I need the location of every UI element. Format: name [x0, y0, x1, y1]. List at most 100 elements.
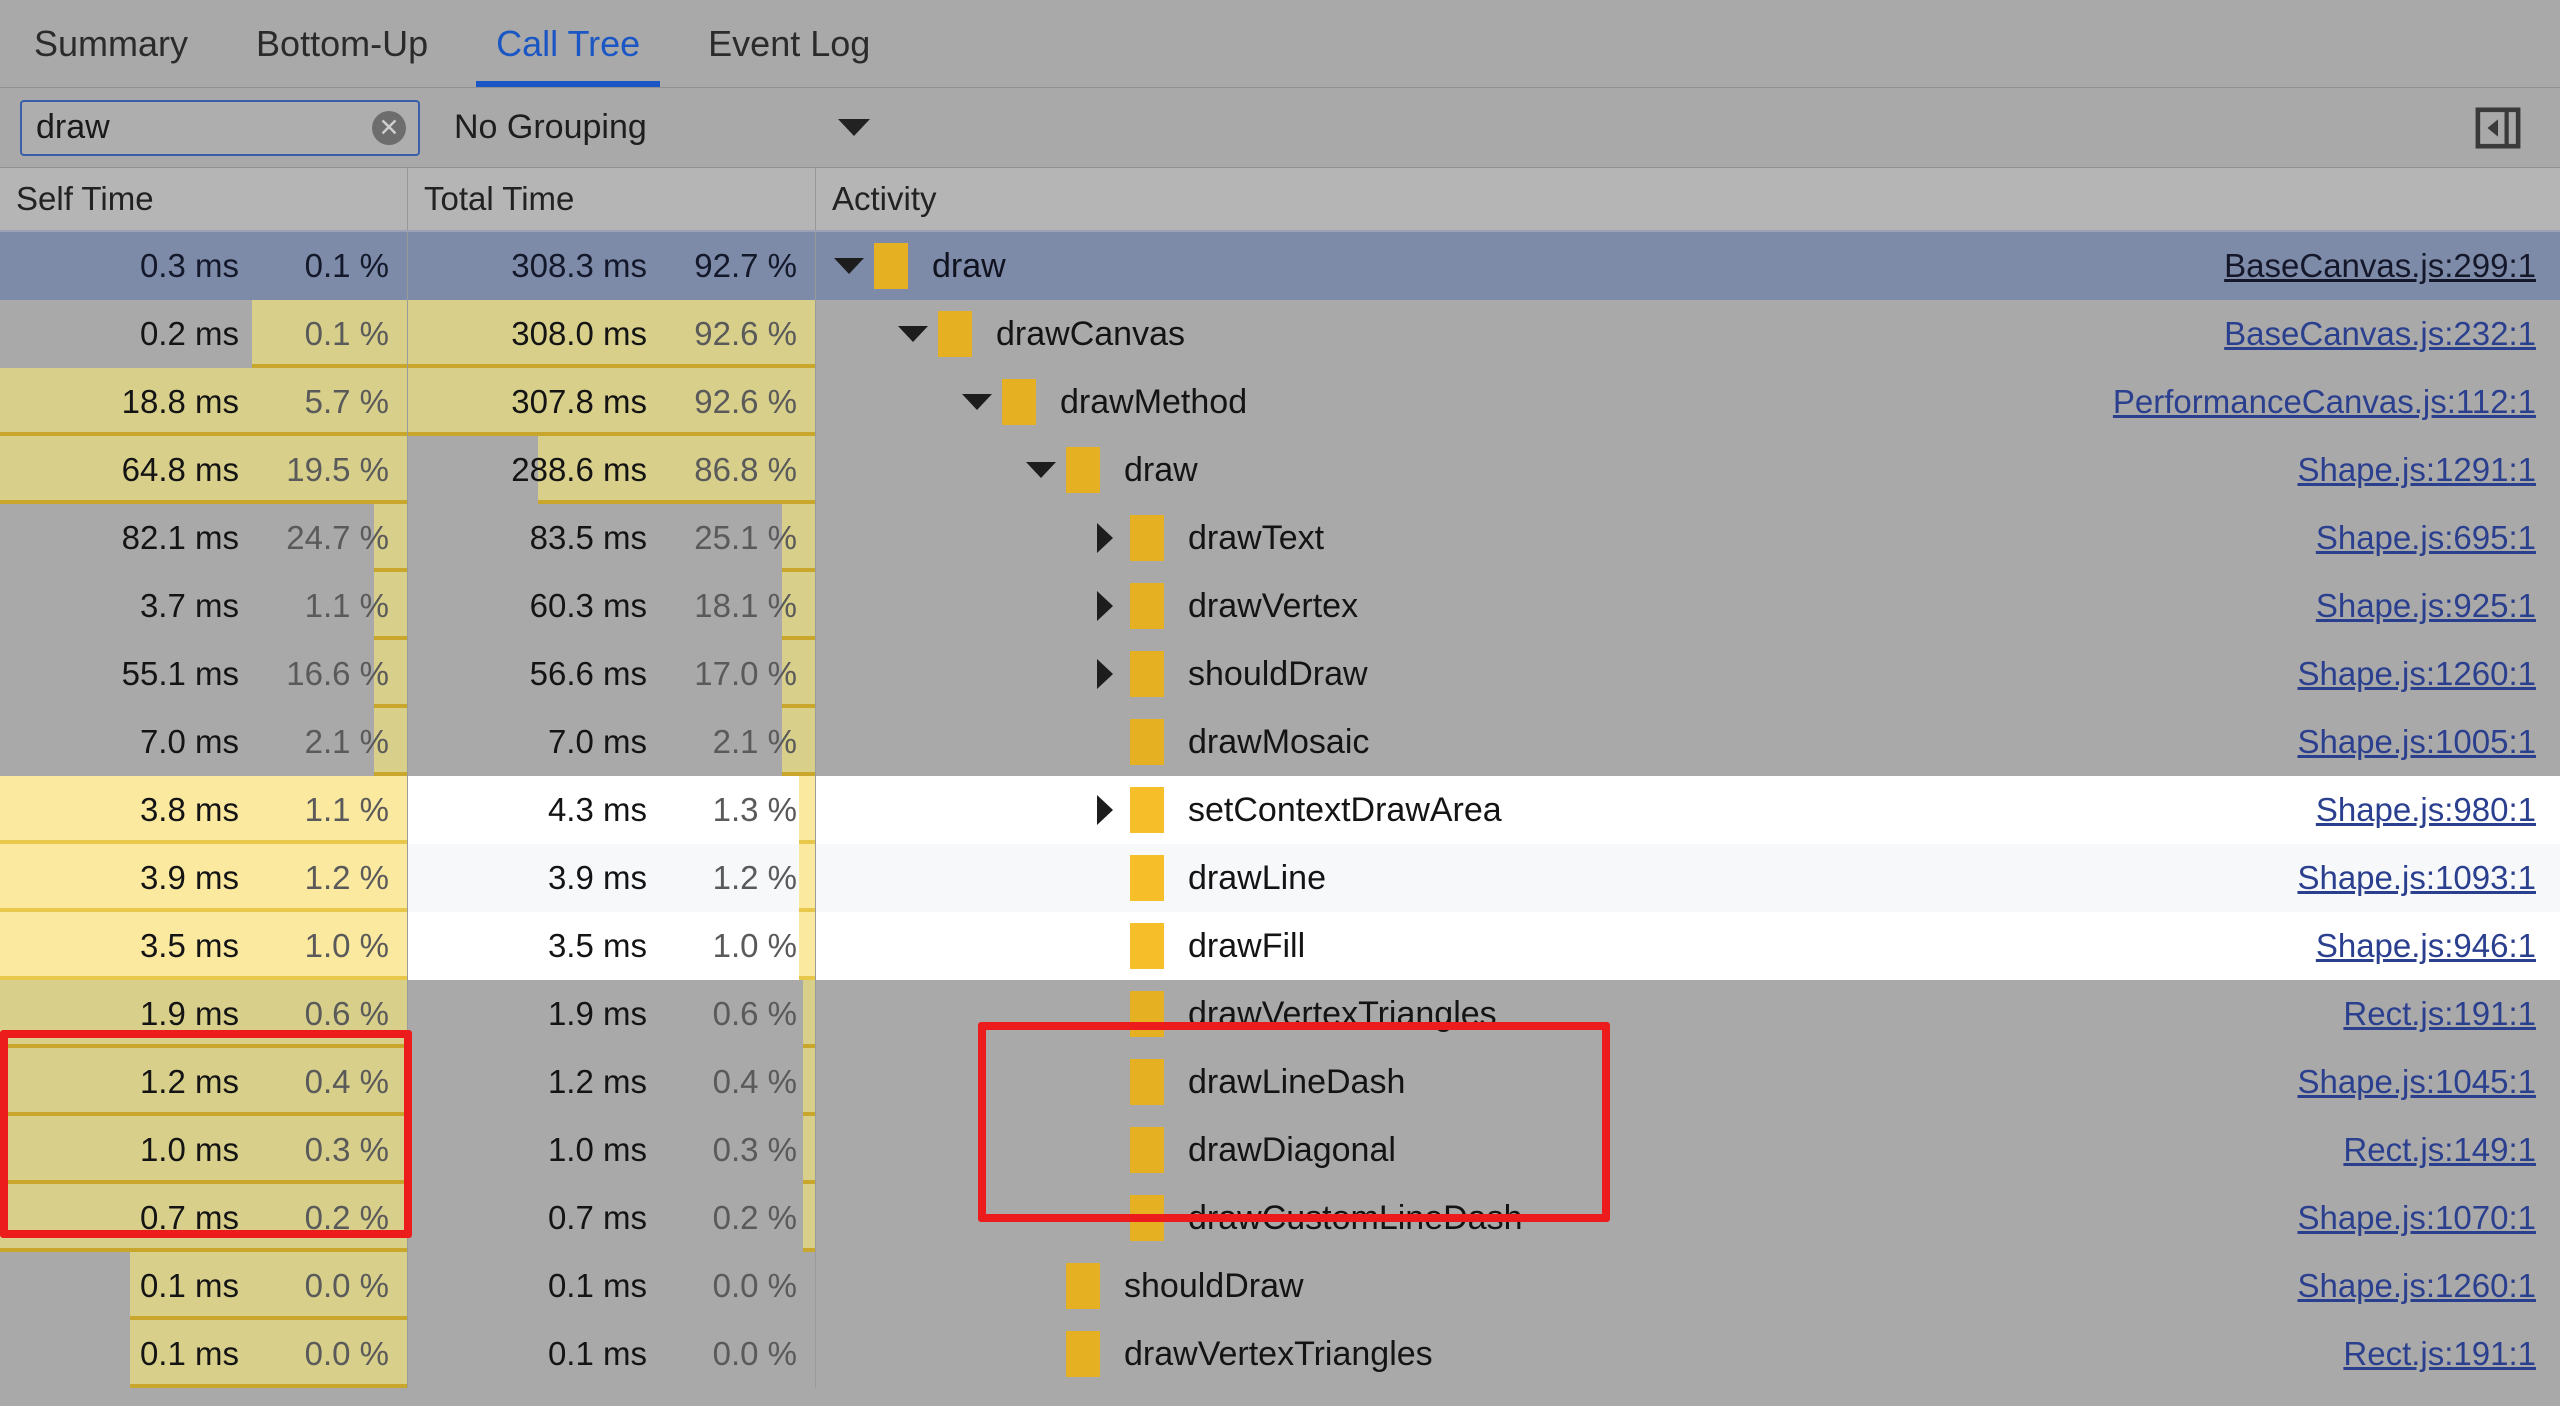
source-location-link[interactable]: Shape.js:1260:1: [2297, 1267, 2536, 1305]
cell-total-time: 60.3 ms18.1 %: [408, 572, 816, 640]
cell-total-time: 3.5 ms1.0 %: [408, 912, 816, 980]
total-time-values: 7.0 ms2.1 %: [408, 723, 815, 761]
cell-activity: drawShape.js:1291:1: [816, 436, 2560, 504]
chevron-right-icon[interactable]: [1088, 793, 1122, 827]
table-row[interactable]: 82.1 ms24.7 %83.5 ms25.1 %drawTextShape.…: [0, 504, 2560, 572]
filter-search-input[interactable]: draw: [20, 100, 420, 156]
cell-activity: drawBaseCanvas.js:299:1: [816, 232, 2560, 300]
source-location-link[interactable]: Shape.js:946:1: [2316, 927, 2536, 965]
chevron-down-icon[interactable]: [832, 249, 866, 283]
total-time-percent: 92.6 %: [647, 383, 797, 421]
total-time-values: 0.1 ms0.0 %: [408, 1267, 815, 1305]
source-location-link[interactable]: Rect.js:149:1: [2343, 1131, 2536, 1169]
cell-total-time: 0.7 ms0.2 %: [408, 1184, 816, 1252]
total-time-ms: 1.2 ms: [548, 1063, 647, 1101]
tab-call-tree[interactable]: Call Tree: [462, 0, 674, 87]
table-row[interactable]: 55.1 ms16.6 %56.6 ms17.0 %shouldDrawShap…: [0, 640, 2560, 708]
column-header-self-time[interactable]: Self Time: [0, 168, 408, 230]
table-row[interactable]: 7.0 ms2.1 %7.0 ms2.1 %drawMosaicShape.js…: [0, 708, 2560, 776]
cell-total-time: 307.8 ms92.6 %: [408, 368, 816, 436]
table-row[interactable]: 1.0 ms0.3 %1.0 ms0.3 %drawDiagonalRect.j…: [0, 1116, 2560, 1184]
table-row[interactable]: 18.8 ms5.7 %307.8 ms92.6 %drawMethodPerf…: [0, 368, 2560, 436]
column-header-activity[interactable]: Activity: [816, 168, 2560, 230]
cell-self-time: 1.9 ms0.6 %: [0, 980, 408, 1048]
source-location-link[interactable]: Rect.js:191:1: [2343, 995, 2536, 1033]
cell-activity: drawVertexShape.js:925:1: [816, 572, 2560, 640]
table-row[interactable]: 3.7 ms1.1 %60.3 ms18.1 %drawVertexShape.…: [0, 572, 2560, 640]
chevron-down-icon[interactable]: [1024, 453, 1058, 487]
self-time-values: 0.1 ms0.0 %: [0, 1267, 407, 1305]
source-location-link[interactable]: Shape.js:1070:1: [2297, 1199, 2536, 1237]
table-row[interactable]: 1.9 ms0.6 %1.9 ms0.6 %drawVertexTriangle…: [0, 980, 2560, 1048]
chevron-right-icon[interactable]: [1088, 521, 1122, 555]
total-time-percent: 17.0 %: [647, 655, 797, 693]
total-time-values: 3.9 ms1.2 %: [408, 859, 815, 897]
total-time-percent: 1.2 %: [647, 859, 797, 897]
source-location-link[interactable]: Shape.js:925:1: [2316, 587, 2536, 625]
table-row[interactable]: 3.8 ms1.1 %4.3 ms1.3 %setContextDrawArea…: [0, 776, 2560, 844]
total-time-percent: 0.3 %: [647, 1131, 797, 1169]
self-time-values: 0.1 ms0.0 %: [0, 1335, 407, 1373]
source-location-link[interactable]: Shape.js:1093:1: [2297, 859, 2536, 897]
twisty-placeholder: [1024, 1337, 1058, 1371]
triangle-glyph: [1026, 462, 1056, 478]
chevron-right-icon[interactable]: [1088, 589, 1122, 623]
sidebar-toggle-icon[interactable]: [2470, 104, 2526, 152]
source-location-link[interactable]: PerformanceCanvas.js:112:1: [2113, 383, 2536, 421]
total-time-percent: 0.4 %: [647, 1063, 797, 1101]
total-time-percent: 1.3 %: [647, 791, 797, 829]
table-row[interactable]: 0.2 ms0.1 %308.0 ms92.6 %drawCanvasBaseC…: [0, 300, 2560, 368]
total-time-ms: 0.1 ms: [548, 1267, 647, 1305]
clear-icon[interactable]: ✕: [372, 111, 406, 145]
source-location-link[interactable]: BaseCanvas.js:299:1: [2224, 247, 2536, 285]
calltree-toolbar: draw ✕ No Grouping: [0, 88, 2560, 168]
self-time-ms: 64.8 ms: [122, 451, 239, 489]
activity-color-swatch-icon: [1130, 651, 1164, 697]
source-location-link[interactable]: Shape.js:1260:1: [2297, 655, 2536, 693]
source-location-link[interactable]: Shape.js:1005:1: [2297, 723, 2536, 761]
activity-label: drawCanvas: [996, 315, 1185, 354]
grouping-dropdown-label: No Grouping: [454, 108, 647, 147]
tab-bottom-up[interactable]: Bottom-Up: [222, 0, 462, 87]
tab-event-log[interactable]: Event Log: [674, 0, 904, 87]
tab-summary[interactable]: Summary: [0, 0, 222, 87]
grouping-dropdown[interactable]: No Grouping: [454, 100, 884, 156]
chevron-down-icon[interactable]: [960, 385, 994, 419]
activity-label: drawCustomLineDash: [1188, 1199, 1523, 1238]
self-time-values: 3.9 ms1.2 %: [0, 859, 407, 897]
column-header-total-time[interactable]: Total Time: [408, 168, 816, 230]
source-location-link[interactable]: Shape.js:1291:1: [2297, 451, 2536, 489]
activity-label: shouldDraw: [1188, 655, 1368, 694]
activity-label: drawLineDash: [1188, 1063, 1405, 1102]
chevron-down-icon[interactable]: [896, 317, 930, 351]
table-row[interactable]: 3.9 ms1.2 %3.9 ms1.2 %drawLineShape.js:1…: [0, 844, 2560, 912]
table-row[interactable]: 0.3 ms0.1 %308.3 ms92.7 %drawBaseCanvas.…: [0, 232, 2560, 300]
cell-self-time: 7.0 ms2.1 %: [0, 708, 408, 776]
table-row[interactable]: 3.5 ms1.0 %3.5 ms1.0 %drawFillShape.js:9…: [0, 912, 2560, 980]
source-location-link[interactable]: Shape.js:695:1: [2316, 519, 2536, 557]
table-row[interactable]: 1.2 ms0.4 %1.2 ms0.4 %drawLineDashShape.…: [0, 1048, 2560, 1116]
table-row[interactable]: 0.1 ms0.0 %0.1 ms0.0 %shouldDrawShape.js…: [0, 1252, 2560, 1320]
devtools-performance-panel: SummaryBottom-UpCall TreeEvent Log draw …: [0, 0, 2560, 1406]
table-row[interactable]: 64.8 ms19.5 %288.6 ms86.8 %drawShape.js:…: [0, 436, 2560, 504]
self-time-values: 1.0 ms0.3 %: [0, 1131, 407, 1169]
table-row[interactable]: 0.1 ms0.0 %0.1 ms0.0 %drawVertexTriangle…: [0, 1320, 2560, 1388]
total-time-percent: 18.1 %: [647, 587, 797, 625]
source-location-link[interactable]: Shape.js:1045:1: [2297, 1063, 2536, 1101]
cell-self-time: 0.2 ms0.1 %: [0, 300, 408, 368]
table-body: 0.3 ms0.1 %308.3 ms92.7 %drawBaseCanvas.…: [0, 232, 2560, 1406]
table-row[interactable]: 0.7 ms0.2 %0.7 ms0.2 %drawCustomLineDash…: [0, 1184, 2560, 1252]
total-time-ms: 0.7 ms: [548, 1199, 647, 1237]
total-time-values: 1.9 ms0.6 %: [408, 995, 815, 1033]
self-time-ms: 3.7 ms: [140, 587, 239, 625]
source-location-link[interactable]: Shape.js:980:1: [2316, 791, 2536, 829]
chevron-right-icon[interactable]: [1088, 657, 1122, 691]
self-time-ms: 1.9 ms: [140, 995, 239, 1033]
cell-self-time: 82.1 ms24.7 %: [0, 504, 408, 572]
source-location-link[interactable]: BaseCanvas.js:232:1: [2224, 315, 2536, 353]
cell-self-time: 1.0 ms0.3 %: [0, 1116, 408, 1184]
self-time-values: 18.8 ms5.7 %: [0, 383, 407, 421]
activity-color-swatch-icon: [1130, 1059, 1164, 1105]
source-location-link[interactable]: Rect.js:191:1: [2343, 1335, 2536, 1373]
cell-self-time: 0.1 ms0.0 %: [0, 1252, 408, 1320]
